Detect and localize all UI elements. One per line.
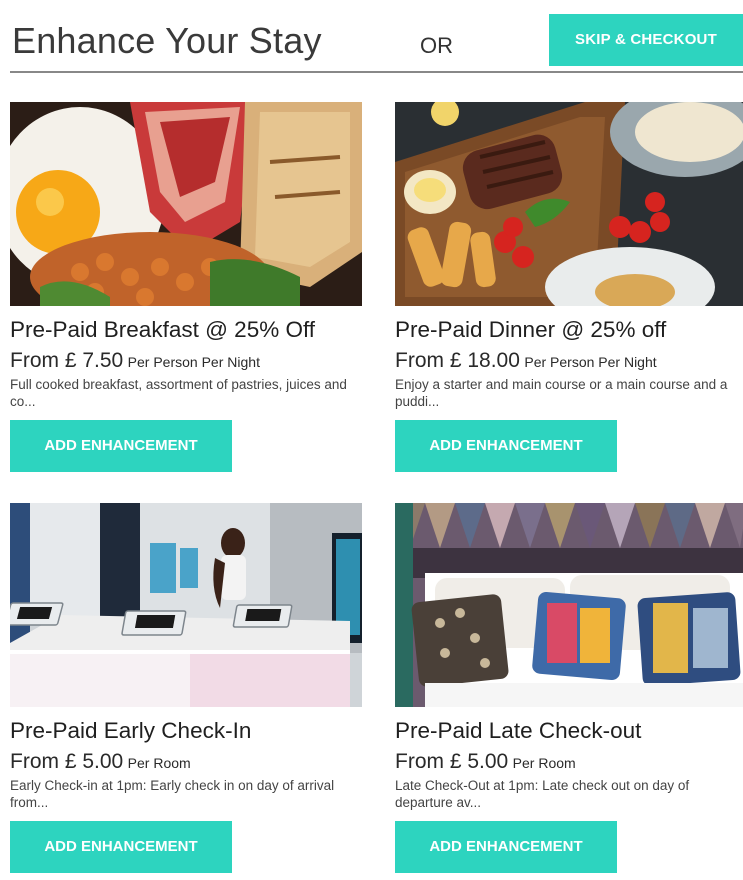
price-line: From £ 18.00 Per Person Per Night xyxy=(395,349,743,373)
card-description: Enjoy a starter and main course or a mai… xyxy=(395,377,728,409)
add-enhancement-button[interactable]: ADD ENHANCEMENT xyxy=(395,821,617,873)
price-unit: Per Person Per Night xyxy=(524,354,657,370)
add-enhancement-button[interactable]: ADD ENHANCEMENT xyxy=(10,420,232,472)
price-unit: Per Person Per Night xyxy=(127,354,260,370)
card-description: Late Check-Out at 1pm: Late check out on… xyxy=(395,778,690,810)
page-header: Enhance Your Stay OR SKIP & CHECKOUT xyxy=(0,0,743,73)
price-line: From £ 7.50 Per Person Per Night xyxy=(10,349,362,373)
price-from: From £ 5.00 xyxy=(10,750,124,773)
card-title: Pre-Paid Early Check-In xyxy=(10,718,252,743)
page-title: Enhance Your Stay xyxy=(12,20,322,61)
dinner-photo xyxy=(395,102,743,306)
price-line: From £ 5.00 Per Room xyxy=(395,750,743,774)
hotel-bed-photo xyxy=(395,503,743,707)
enhancement-card-dinner: Pre-Paid Dinner @ 25% off From £ 18.00 P… xyxy=(395,102,743,472)
price-from: From £ 7.50 xyxy=(10,349,124,372)
enhancement-card-late-check-out: Pre-Paid Late Check-out From £ 5.00 Per … xyxy=(395,503,743,873)
card-title: Pre-Paid Breakfast @ 25% Off xyxy=(10,317,316,342)
price-unit: Per Room xyxy=(127,755,191,771)
add-enhancement-button[interactable]: ADD ENHANCEMENT xyxy=(10,821,232,873)
check-in-lobby-photo xyxy=(10,503,362,707)
card-title: Pre-Paid Late Check-out xyxy=(395,718,642,743)
header-divider xyxy=(10,71,743,73)
price-line: From £ 5.00 Per Room xyxy=(10,750,362,774)
skip-checkout-button[interactable]: SKIP & CHECKOUT xyxy=(549,14,743,66)
or-label: OR xyxy=(420,33,453,58)
breakfast-photo xyxy=(10,102,362,306)
card-title: Pre-Paid Dinner @ 25% off xyxy=(395,317,667,342)
add-enhancement-button[interactable]: ADD ENHANCEMENT xyxy=(395,420,617,472)
enhancement-card-early-check-in: Pre-Paid Early Check-In From £ 5.00 Per … xyxy=(10,503,362,873)
card-description: Early Check-in at 1pm: Early check in on… xyxy=(10,778,335,810)
price-unit: Per Room xyxy=(512,755,576,771)
price-from: From £ 5.00 xyxy=(395,750,509,773)
card-description: Full cooked breakfast, assortment of pas… xyxy=(10,377,347,409)
enhancement-card-breakfast: Pre-Paid Breakfast @ 25% Off From £ 7.50… xyxy=(10,102,362,472)
price-from: From £ 18.00 xyxy=(395,349,520,372)
